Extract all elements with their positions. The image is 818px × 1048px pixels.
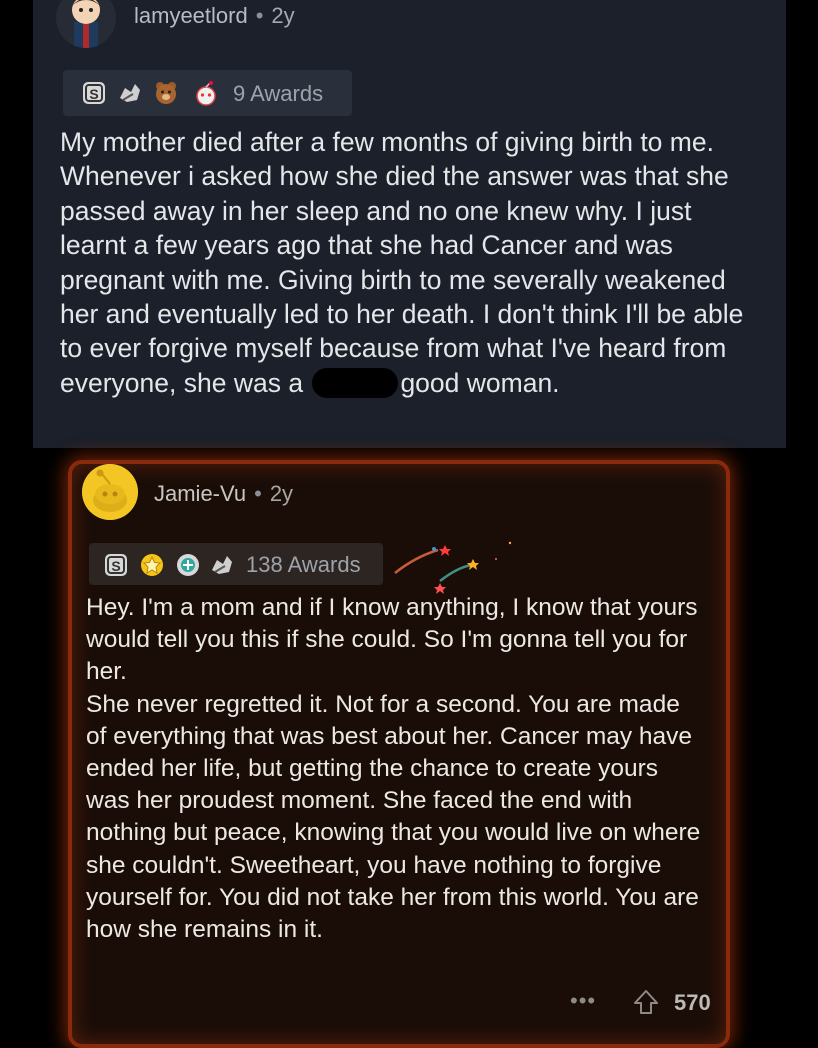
username-link[interactable]: lamyeetlord <box>134 3 248 28</box>
awards-count: 138 Awards <box>246 552 361 577</box>
vote-score: 570 <box>674 990 711 1015</box>
comment-age: 2y <box>269 481 294 506</box>
awards-bar[interactable]: S 138 Awards <box>89 543 383 585</box>
upvote-icon[interactable] <box>632 988 660 1016</box>
comment-2-body: Hey. I'm a mom and if I know anything, I… <box>86 594 701 944</box>
comment-1-text: My mother died after a few months of giv… <box>60 127 744 398</box>
gold-award-icon <box>141 554 163 576</box>
username-link[interactable]: Jamie-Vu <box>154 481 246 506</box>
separator-dot: • <box>254 481 262 506</box>
sparkle-effect-icon <box>394 541 512 594</box>
wholesome-seal-award-icon <box>120 84 140 102</box>
comment-1-text-end: good woman. <box>400 367 560 398</box>
comment-1-body: My mother died after a few months of giv… <box>60 125 760 400</box>
separator-dot: • <box>255 3 264 28</box>
bear-award-icon <box>156 82 176 104</box>
comment-2-actions: ••• 570 <box>570 988 720 1020</box>
svg-text:S: S <box>89 86 98 102</box>
avatar-jamie-vu[interactable] <box>82 464 138 520</box>
comment-2-meta: Jamie-Vu • 2y <box>154 481 293 507</box>
svg-text:S: S <box>111 558 120 574</box>
wholesome-seal-award-icon <box>212 556 232 574</box>
awards-count: 9 Awards <box>233 81 324 106</box>
silver-award-icon: S <box>83 82 105 104</box>
platinum-award-icon <box>177 554 199 576</box>
snoo-award-icon <box>196 81 216 106</box>
awards-bar[interactable]: S 9 Awards <box>63 70 352 116</box>
more-options-button[interactable]: ••• <box>570 988 596 1014</box>
silver-award-icon: S <box>105 554 127 576</box>
redaction-mark <box>312 367 399 398</box>
comment-1-meta: lamyeetlord • 2y <box>134 3 295 29</box>
comment-age: 2y <box>271 3 295 28</box>
